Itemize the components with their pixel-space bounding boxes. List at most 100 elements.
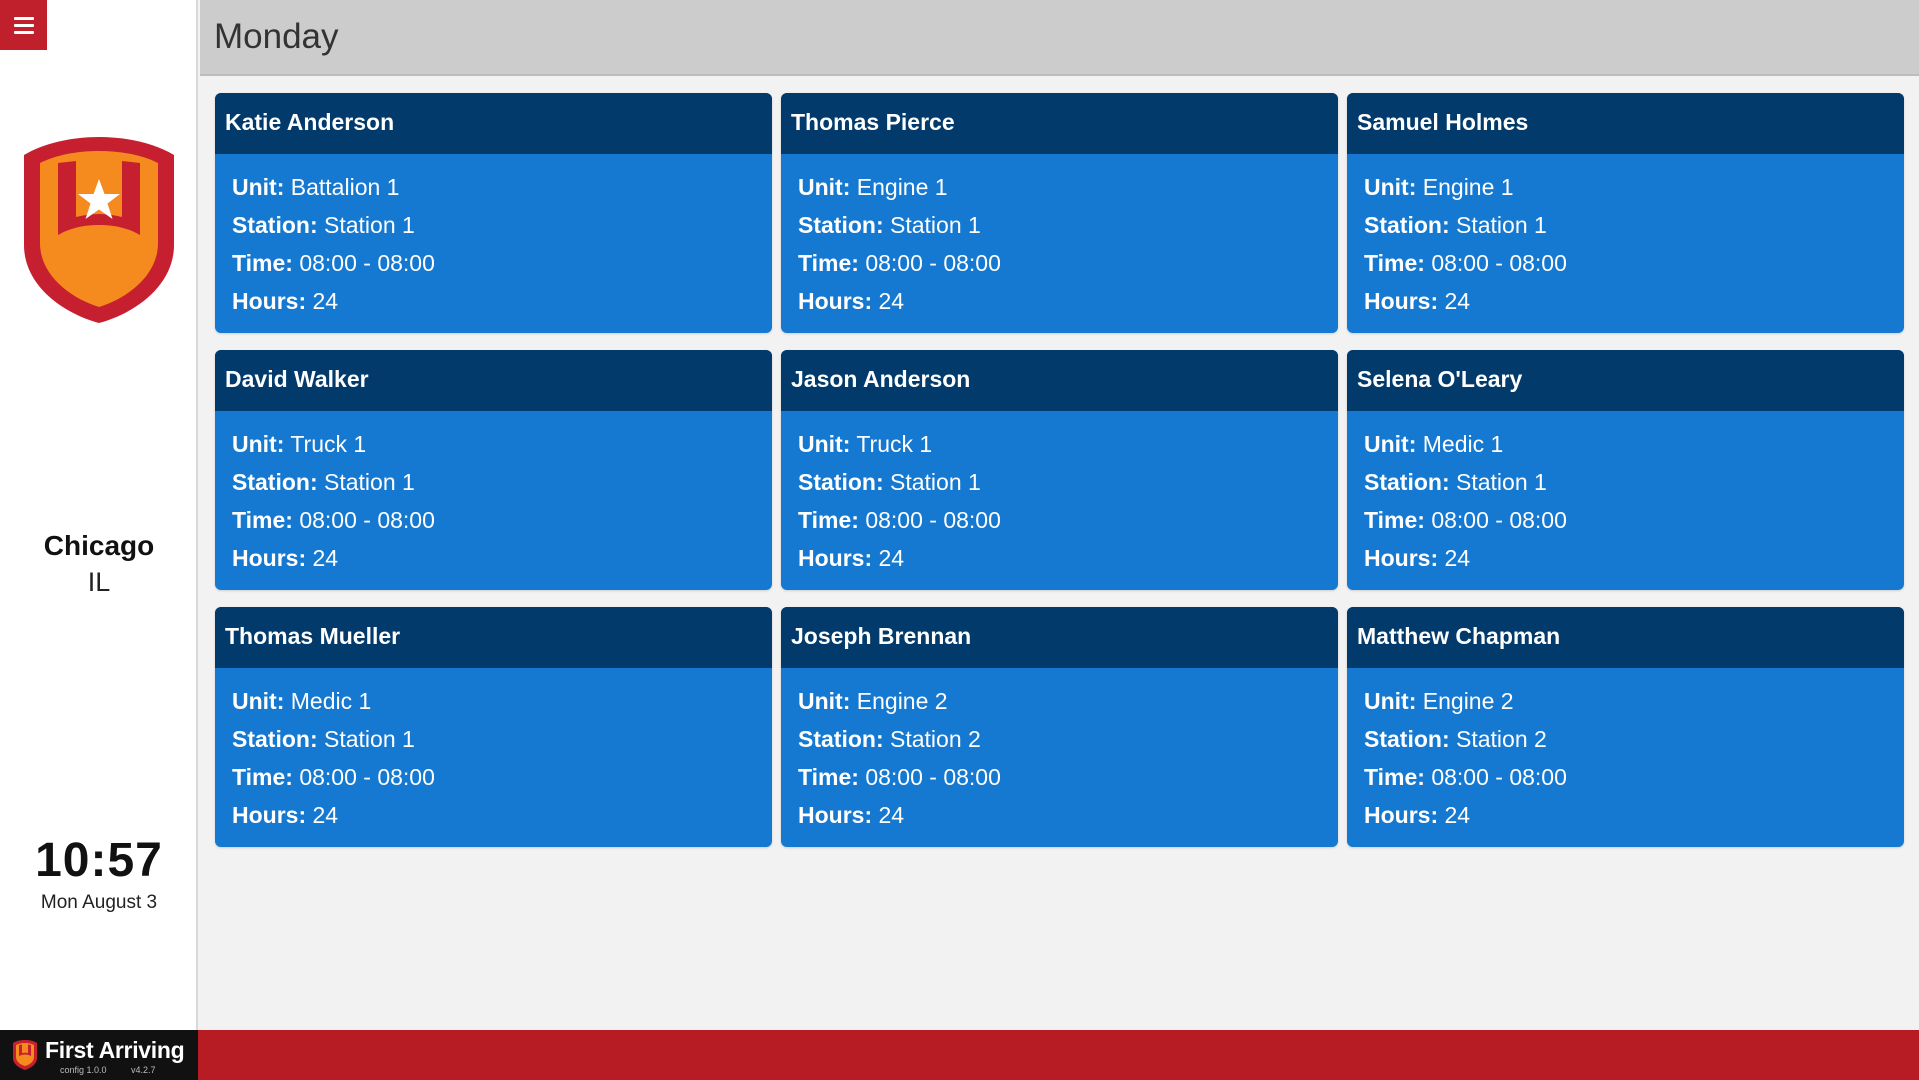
unit-label: Unit: <box>1364 688 1417 714</box>
station-label: Station: <box>232 212 318 238</box>
time-label: Time: <box>1364 764 1425 790</box>
station-label: Station: <box>1364 469 1450 495</box>
station-value: Station 2 <box>890 726 981 752</box>
shift-card-body: Unit: Engine 1 Station: Station 1 Time: … <box>781 154 1338 320</box>
brand-badge: First Arriving config 1.0.0 v4.2.7 <box>0 1030 198 1080</box>
time-value: 08:00 - 08:00 <box>1431 764 1567 790</box>
shift-card-body: Unit: Truck 1 Station: Station 1 Time: 0… <box>781 411 1338 577</box>
app-version: v4.2.7 <box>131 1065 156 1075</box>
state-name: IL <box>87 567 111 597</box>
time-label: Time: <box>798 250 859 276</box>
shift-hours-row: Hours: 24 <box>1364 539 1887 577</box>
shift-unit-row: Unit: Engine 1 <box>798 168 1321 206</box>
hours-value: 24 <box>312 802 339 828</box>
station-label: Station: <box>232 726 318 752</box>
station-value: Station 1 <box>324 469 415 495</box>
time-label: Time: <box>1364 250 1425 276</box>
shift-time-row: Time: 08:00 - 08:00 <box>232 501 755 539</box>
page-title: Monday <box>214 17 339 56</box>
station-value: Station 1 <box>324 212 415 238</box>
shift-card-body: Unit: Engine 2 Station: Station 2 Time: … <box>1347 668 1904 834</box>
shift-hours-row: Hours: 24 <box>232 282 755 320</box>
hours-label: Hours: <box>232 545 307 571</box>
shield-star-icon <box>24 137 174 323</box>
hours-label: Hours: <box>798 288 873 314</box>
unit-label: Unit: <box>798 688 851 714</box>
shift-unit-row: Unit: Battalion 1 <box>232 168 755 206</box>
station-value: Station 1 <box>890 469 981 495</box>
shift-station-row: Station: Station 1 <box>1364 206 1887 244</box>
hours-value: 24 <box>1444 288 1471 314</box>
shift-card-body: Unit: Engine 2 Station: Station 2 Time: … <box>781 668 1338 834</box>
hours-value: 24 <box>1444 545 1471 571</box>
shift-time-row: Time: 08:00 - 08:00 <box>798 501 1321 539</box>
shift-card: Selena O'Leary Unit: Medic 1 Station: St… <box>1347 350 1904 590</box>
shift-hours-row: Hours: 24 <box>1364 796 1887 834</box>
hours-label: Hours: <box>798 545 873 571</box>
shift-station-row: Station: Station 2 <box>798 720 1321 758</box>
shift-card-name: Thomas Mueller <box>215 607 772 668</box>
hours-value: 24 <box>1444 802 1471 828</box>
station-value: Station 1 <box>1456 212 1547 238</box>
shift-card-body: Unit: Truck 1 Station: Station 1 Time: 0… <box>215 411 772 577</box>
station-label: Station: <box>1364 726 1450 752</box>
shift-card: Joseph Brennan Unit: Engine 2 Station: S… <box>781 607 1338 847</box>
shift-card-name: David Walker <box>215 350 772 411</box>
shift-card-name: Matthew Chapman <box>1347 607 1904 668</box>
menu-button[interactable] <box>0 0 47 50</box>
shift-card-name: Jason Anderson <box>781 350 1338 411</box>
unit-label: Unit: <box>798 431 851 457</box>
shift-time-row: Time: 08:00 - 08:00 <box>798 244 1321 282</box>
shift-station-row: Station: Station 1 <box>798 463 1321 501</box>
brand-name: First Arriving <box>45 1037 185 1063</box>
shift-card: Thomas Mueller Unit: Medic 1 Station: St… <box>215 607 772 847</box>
time-value: 08:00 - 08:00 <box>1431 507 1567 533</box>
shift-hours-row: Hours: 24 <box>232 796 755 834</box>
shift-card-name: Joseph Brennan <box>781 607 1338 668</box>
shift-unit-row: Unit: Truck 1 <box>232 425 755 463</box>
hours-label: Hours: <box>798 802 873 828</box>
station-label: Station: <box>1364 212 1450 238</box>
shift-grid: Katie Anderson Unit: Battalion 1 Station… <box>215 93 1904 847</box>
unit-label: Unit: <box>232 174 285 200</box>
page-header: Monday <box>200 0 1919 76</box>
time-label: Time: <box>798 764 859 790</box>
shift-hours-row: Hours: 24 <box>798 539 1321 577</box>
shift-unit-row: Unit: Medic 1 <box>1364 425 1887 463</box>
unit-value: Medic 1 <box>290 688 372 714</box>
shift-station-row: Station: Station 1 <box>1364 463 1887 501</box>
time-label: Time: <box>798 507 859 533</box>
hours-label: Hours: <box>1364 545 1439 571</box>
shift-card: Samuel Holmes Unit: Engine 1 Station: St… <box>1347 93 1904 333</box>
station-label: Station: <box>798 469 884 495</box>
hours-value: 24 <box>878 288 905 314</box>
time-label: Time: <box>232 250 293 276</box>
hours-label: Hours: <box>232 288 307 314</box>
shift-station-row: Station: Station 2 <box>1364 720 1887 758</box>
unit-label: Unit: <box>232 431 285 457</box>
station-value: Station 1 <box>1456 469 1547 495</box>
shift-time-row: Time: 08:00 - 08:00 <box>1364 244 1887 282</box>
shift-station-row: Station: Station 1 <box>232 720 755 758</box>
station-value: Station 1 <box>324 726 415 752</box>
time-label: Time: <box>232 764 293 790</box>
city-name: Chicago <box>43 530 155 561</box>
unit-value: Engine 1 <box>856 174 948 200</box>
unit-value: Engine 2 <box>856 688 948 714</box>
shift-card-name: Thomas Pierce <box>781 93 1338 154</box>
hours-label: Hours: <box>1364 288 1439 314</box>
shift-card-body: Unit: Medic 1 Station: Station 1 Time: 0… <box>215 668 772 834</box>
config-version: config 1.0.0 <box>60 1065 107 1075</box>
shift-hours-row: Hours: 24 <box>232 539 755 577</box>
unit-label: Unit: <box>1364 431 1417 457</box>
current-date: Mon August 3 <box>40 892 158 913</box>
shift-time-row: Time: 08:00 - 08:00 <box>1364 758 1887 796</box>
time-value: 08:00 - 08:00 <box>299 250 435 276</box>
sidebar: Chicago IL 10:57 Mon August 3 <box>0 0 198 1030</box>
shift-hours-row: Hours: 24 <box>798 282 1321 320</box>
station-label: Station: <box>232 469 318 495</box>
shift-card: Thomas Pierce Unit: Engine 1 Station: St… <box>781 93 1338 333</box>
time-value: 08:00 - 08:00 <box>865 507 1001 533</box>
time-value: 08:00 - 08:00 <box>299 764 435 790</box>
clock: 10:57 <box>35 834 163 887</box>
